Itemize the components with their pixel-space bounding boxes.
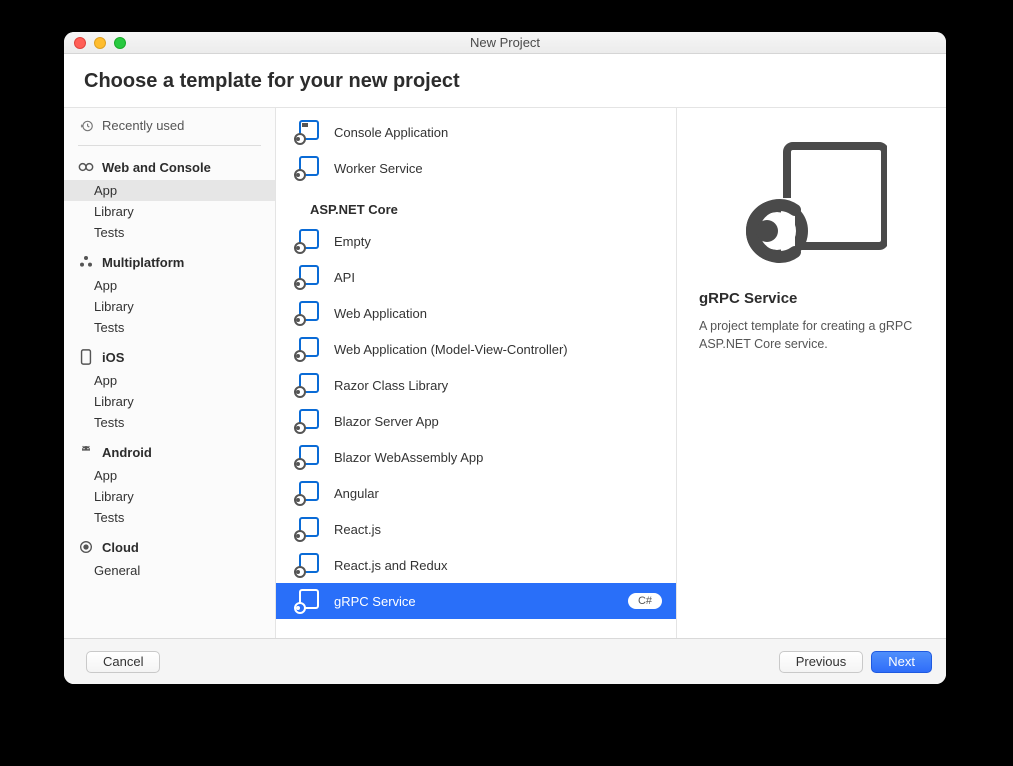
sidebar-cat-android[interactable]: Android <box>64 439 275 465</box>
sidebar-recently-used[interactable]: Recently used <box>64 108 275 141</box>
sidebar-item-android-tests[interactable]: Tests <box>64 507 275 528</box>
sidebar-cat-label: iOS <box>102 350 124 365</box>
template-list: Console Application Worker Service ASP.N… <box>276 108 677 638</box>
csharp-project-icon <box>294 516 320 542</box>
template-section-title: ASP.NET Core <box>276 194 676 223</box>
previous-button[interactable]: Previous <box>779 651 864 673</box>
dialog-footer: Cancel Previous Next <box>64 638 946 684</box>
sidebar-cat-label: Android <box>102 445 152 460</box>
next-button[interactable]: Next <box>871 651 932 673</box>
sidebar-item-mp-app[interactable]: App <box>64 275 275 296</box>
sidebar-cat-label: Multiplatform <box>102 255 184 270</box>
template-label: Empty <box>334 234 662 249</box>
sidebar-item-android-app[interactable]: App <box>64 465 275 486</box>
template-label: React.js <box>334 522 662 537</box>
template-label: Blazor WebAssembly App <box>334 450 662 465</box>
sidebar-item-web-library[interactable]: Library <box>64 201 275 222</box>
sidebar-item-ios-app[interactable]: App <box>64 370 275 391</box>
sidebar-item-android-library[interactable]: Library <box>64 486 275 507</box>
template-razor-class-library[interactable]: Razor Class Library <box>276 367 676 403</box>
csharp-project-icon <box>294 228 320 254</box>
window-title: New Project <box>64 35 946 50</box>
sidebar-cat-cloud[interactable]: Cloud <box>64 534 275 560</box>
csharp-project-icon <box>294 408 320 434</box>
csharp-project-icon <box>294 552 320 578</box>
template-grpc-service[interactable]: gRPC Service C# <box>276 583 676 619</box>
csharp-project-icon <box>294 155 320 181</box>
template-blazor-server-app[interactable]: Blazor Server App <box>276 403 676 439</box>
csharp-project-icon <box>294 372 320 398</box>
ios-icon <box>78 349 94 365</box>
template-api[interactable]: API <box>276 259 676 295</box>
preview-title: gRPC Service <box>699 290 924 307</box>
cancel-button[interactable]: Cancel <box>86 651 160 673</box>
template-react[interactable]: React.js <box>276 511 676 547</box>
titlebar: New Project <box>64 32 946 54</box>
template-label: API <box>334 270 662 285</box>
language-pill[interactable]: C# <box>628 593 662 609</box>
sidebar-separator <box>78 145 261 146</box>
template-label: Razor Class Library <box>334 378 662 393</box>
close-window-button[interactable] <box>74 37 86 49</box>
csharp-project-icon <box>294 588 320 614</box>
template-react-redux[interactable]: React.js and Redux <box>276 547 676 583</box>
template-label: React.js and Redux <box>334 558 662 573</box>
multiplatform-icon <box>78 254 94 270</box>
android-icon <box>78 444 94 460</box>
page-title: Choose a template for your new project <box>84 70 926 93</box>
category-sidebar: Recently used Web and Console App Librar… <box>64 108 276 638</box>
template-label: Console Application <box>334 125 662 140</box>
sidebar-item-mp-library[interactable]: Library <box>64 296 275 317</box>
sidebar-cat-web-and-console[interactable]: Web and Console <box>64 154 275 180</box>
template-preview-icon <box>737 136 887 266</box>
template-label: gRPC Service <box>334 594 614 609</box>
dialog-body: Recently used Web and Console App Librar… <box>64 108 946 638</box>
preview-description: A project template for creating a gRPC A… <box>699 317 924 353</box>
template-label: Blazor Server App <box>334 414 662 429</box>
template-preview-pane: gRPC Service A project template for crea… <box>677 108 946 638</box>
sidebar-cat-label: Web and Console <box>102 160 211 175</box>
template-label: Worker Service <box>334 161 662 176</box>
sidebar-item-cloud-general[interactable]: General <box>64 560 275 581</box>
csharp-project-icon <box>294 119 320 145</box>
zoom-window-button[interactable] <box>114 37 126 49</box>
csharp-project-icon <box>294 480 320 506</box>
template-empty[interactable]: Empty <box>276 223 676 259</box>
template-web-application-mvc[interactable]: Web Application (Model-View-Controller) <box>276 331 676 367</box>
template-web-application[interactable]: Web Application <box>276 295 676 331</box>
sidebar-item-mp-tests[interactable]: Tests <box>64 317 275 338</box>
template-label: Web Application <box>334 306 662 321</box>
csharp-project-icon <box>294 444 320 470</box>
csharp-project-icon <box>294 336 320 362</box>
sidebar-cat-multiplatform[interactable]: Multiplatform <box>64 249 275 275</box>
traffic-lights <box>74 37 126 49</box>
new-project-dialog: New Project Choose a template for your n… <box>64 32 946 684</box>
template-angular[interactable]: Angular <box>276 475 676 511</box>
dialog-header: Choose a template for your new project <box>64 54 946 108</box>
sidebar-cat-ios[interactable]: iOS <box>64 344 275 370</box>
history-icon <box>80 119 94 133</box>
dotnet-icon <box>78 159 94 175</box>
template-blazor-webassembly-app[interactable]: Blazor WebAssembly App <box>276 439 676 475</box>
template-label: Angular <box>334 486 662 501</box>
sidebar-item-ios-tests[interactable]: Tests <box>64 412 275 433</box>
cloud-icon <box>78 539 94 555</box>
csharp-project-icon <box>294 300 320 326</box>
sidebar-cat-label: Cloud <box>102 540 139 555</box>
sidebar-item-label: Recently used <box>102 118 184 133</box>
sidebar-item-ios-library[interactable]: Library <box>64 391 275 412</box>
sidebar-item-web-tests[interactable]: Tests <box>64 222 275 243</box>
minimize-window-button[interactable] <box>94 37 106 49</box>
sidebar-item-web-app[interactable]: App <box>64 180 275 201</box>
template-label: Web Application (Model-View-Controller) <box>334 342 662 357</box>
template-worker-service[interactable]: Worker Service <box>276 150 676 186</box>
csharp-project-icon <box>294 264 320 290</box>
template-console-application[interactable]: Console Application <box>276 114 676 150</box>
